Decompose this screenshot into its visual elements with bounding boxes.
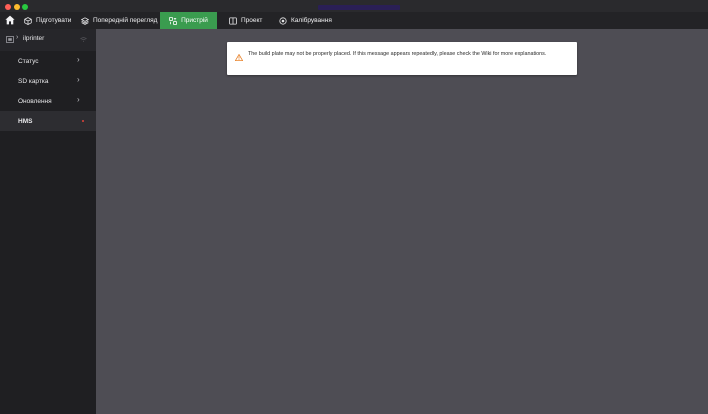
home-button[interactable] (4, 13, 16, 27)
sidebar-item-sd-card[interactable]: SD картка › (0, 71, 96, 91)
cube-icon (24, 16, 32, 25)
hms-panel: The build plate may not be properly plac… (96, 29, 708, 414)
sidebar-item-hms-label: HMS (18, 118, 33, 125)
close-window-button[interactable] (5, 4, 11, 10)
hms-notice-card: The build plate may not be properly plac… (227, 42, 577, 75)
zoom-window-button[interactable] (22, 4, 28, 10)
tab-project[interactable]: Проект (229, 12, 262, 29)
sidebar-item-status-label: Статус (18, 58, 39, 65)
tab-prepare[interactable]: Підготувати (24, 12, 71, 29)
wifi-icon (80, 37, 87, 42)
tab-device-label: Пристрій (181, 17, 208, 24)
sidebar-item-update-label: Оновлення (18, 98, 52, 105)
sidebar-item-sd-card-label: SD картка (18, 78, 49, 85)
tab-device[interactable]: Пристрій (160, 12, 217, 29)
tab-prepare-label: Підготувати (36, 17, 72, 24)
sidebar-item-status[interactable]: Статус › (0, 51, 96, 71)
warning-icon (235, 54, 243, 61)
home-icon (5, 15, 15, 25)
chevron-right-icon: › (77, 55, 80, 64)
device-sidebar: › ilprinter Статус › SD картка › Оновлен… (0, 29, 96, 414)
printer-name: ilprinter (23, 35, 45, 42)
printer-selector[interactable]: › ilprinter (0, 29, 96, 51)
window-title-strip (318, 5, 400, 10)
minimize-window-button[interactable] (14, 4, 20, 10)
tab-calibration[interactable]: Калібрування (279, 12, 332, 29)
device-icon (169, 16, 177, 25)
hms-notice-message: The build plate may not be properly plac… (248, 51, 547, 57)
layers-icon (81, 16, 89, 25)
sidebar-item-update[interactable]: Оновлення › (0, 91, 96, 111)
title-bar (0, 0, 708, 12)
chevron-right-icon: › (77, 75, 80, 84)
tab-preview-label: Попередній перегляд (93, 17, 158, 24)
tab-preview[interactable]: Попередній перегляд (81, 12, 157, 29)
printer-icon (6, 36, 14, 43)
tab-calibration-label: Калібрування (291, 17, 332, 24)
chevron-right-icon: › (16, 34, 19, 41)
project-icon (229, 16, 237, 24)
chevron-right-icon: › (77, 95, 80, 104)
main-tab-bar: Підготувати Попередній перегляд Пристрій… (0, 12, 708, 29)
sidebar-item-hms[interactable]: HMS (0, 111, 96, 131)
tab-project-label: Проект (241, 17, 263, 24)
calibration-icon (279, 16, 287, 25)
alert-dot (82, 120, 84, 122)
